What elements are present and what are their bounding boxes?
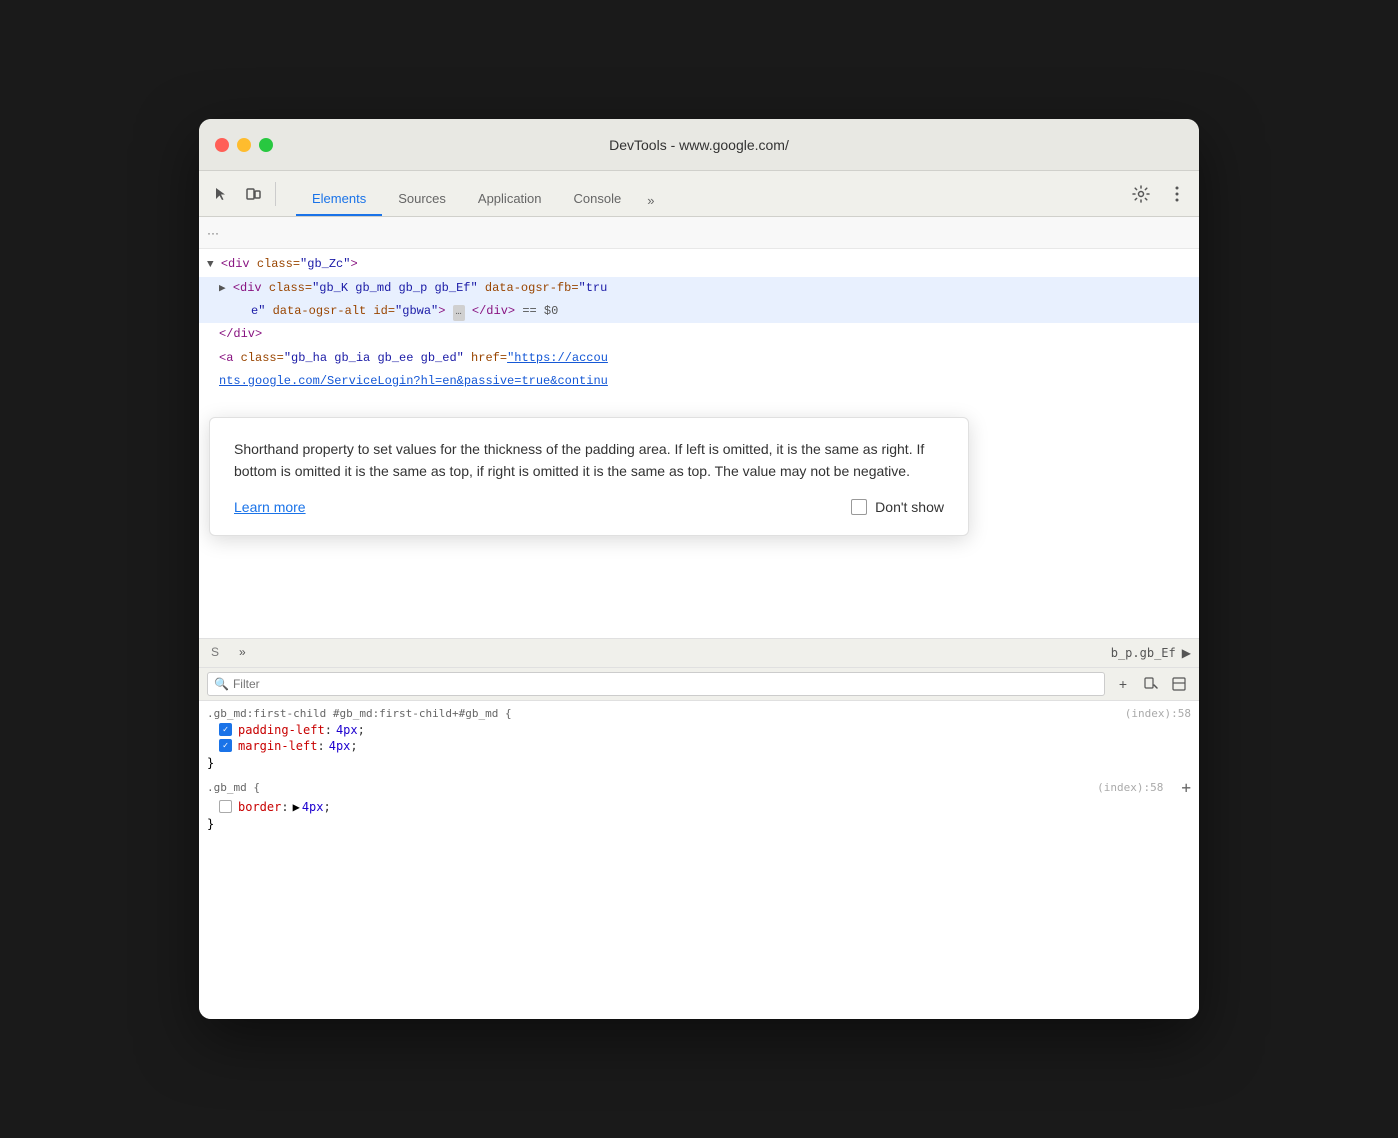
main-content: ··· ▼ <div class="gb_Zc"> ▶ <div class="… (199, 217, 1199, 1019)
html-line-6: nts.google.com/ServiceLogin?hl=en&passiv… (199, 370, 1199, 393)
window-title: DevTools - www.google.com/ (609, 137, 789, 153)
tab-console[interactable]: Console (558, 183, 638, 216)
tab-divider (275, 182, 276, 206)
ellipsis-content[interactable]: … (453, 305, 465, 321)
tab-bar: Elements Sources Application Console » (199, 171, 1199, 217)
styles-tab-more[interactable]: » (231, 639, 254, 667)
learn-more-link[interactable]: Learn more (234, 499, 306, 515)
css-line-num-2: (index):58 (1097, 781, 1165, 794)
html-line-2[interactable]: ▶ <div class="gb_K gb_md gb_p gb_Ef" dat… (199, 277, 1199, 301)
settings-icon[interactable] (1127, 180, 1155, 208)
new-style-rule-button[interactable]: + (1111, 672, 1135, 696)
dont-show-checkbox[interactable] (851, 499, 867, 515)
tooltip-description: Shorthand property to set values for the… (234, 438, 944, 483)
styles-breadcrumb-area: b_p.gb_Ef ▶ (1111, 646, 1199, 660)
tab-more-button[interactable]: » (637, 185, 664, 216)
tab-application[interactable]: Application (462, 183, 558, 216)
tab-elements[interactable]: Elements (296, 183, 382, 216)
filter-input-container: 🔍 (207, 672, 1105, 696)
css-property-padding-left: padding-left : 4px ; (199, 722, 1199, 738)
styles-filter-row: 🔍 + (199, 668, 1199, 701)
css-selector-2: .gb_md { (199, 779, 268, 796)
css-property-border: border : ▶ 4px ; (199, 799, 1199, 815)
styles-tool-buttons: + (1111, 672, 1191, 696)
traffic-lights (215, 138, 273, 152)
dont-show-container: Don't show (851, 499, 944, 515)
css-property-margin-left: margin-left : 4px ; (199, 738, 1199, 754)
styles-tabs: S » (199, 639, 254, 667)
styles-breadcrumb-arrow[interactable]: ▶ (1182, 646, 1191, 660)
margin-left-checkbox[interactable] (219, 739, 232, 752)
css-selector-1: .gb_md:first-child #gb_md:first-child+#g… (199, 705, 520, 722)
elements-panel: ··· ▼ <div class="gb_Zc"> ▶ <div class="… (199, 217, 1199, 1019)
maximize-button[interactable] (259, 138, 273, 152)
title-bar: DevTools - www.google.com/ (199, 119, 1199, 171)
styles-tab-styles[interactable]: S (199, 639, 231, 667)
close-button[interactable] (215, 138, 229, 152)
breadcrumb-bar: ··· (199, 217, 1199, 249)
collapse-arrow-2[interactable]: ▶ (219, 283, 226, 295)
padding-left-checkbox[interactable] (219, 723, 232, 736)
inspect-icon[interactable] (1139, 672, 1163, 696)
css-close-brace-1: } (199, 754, 1199, 772)
cursor-icon[interactable] (207, 180, 235, 208)
minimize-button[interactable] (237, 138, 251, 152)
css-rule-1: .gb_md:first-child #gb_md:first-child+#g… (199, 705, 1199, 722)
tabs-container: Elements Sources Application Console » (296, 183, 1127, 216)
styles-breadcrumb[interactable]: b_p.gb_Ef (1111, 646, 1176, 660)
devtools-window: DevTools - www.google.com/ Elements (199, 119, 1199, 1019)
css-rule-2-right: (index):58 + (1097, 776, 1199, 799)
dont-show-label: Don't show (875, 499, 944, 515)
styles-tabs-row: S » b_p.gb_Ef ▶ (199, 639, 1199, 668)
border-arrow-icon[interactable]: ▶ (293, 800, 300, 814)
styles-filter-input[interactable] (233, 677, 1098, 691)
css-rules-content: .gb_md:first-child #gb_md:first-child+#g… (199, 701, 1199, 1020)
html-line-5: <a class="gb_ha gb_ia gb_ee gb_ed" href=… (199, 347, 1199, 370)
styles-section: S » b_p.gb_Ef ▶ 🔍 + (199, 638, 1199, 1020)
tooltip-footer: Learn more Don't show (234, 499, 944, 515)
more-options-icon[interactable] (1163, 180, 1191, 208)
breadcrumb-ellipsis: ··· (207, 226, 219, 240)
filter-icon: 🔍 (214, 677, 229, 691)
css-line-num-1: (index):58 (1125, 707, 1199, 720)
html-line-1: ▼ <div class="gb_Zc"> (199, 253, 1199, 277)
css-rule-2: .gb_md { (index):58 + (199, 776, 1199, 799)
device-icon[interactable] (239, 180, 267, 208)
css-close-brace-2: } (199, 815, 1199, 833)
border-checkbox[interactable] (219, 800, 232, 813)
html-line-4: </div> (199, 323, 1199, 346)
tab-bar-tools (207, 180, 296, 216)
add-style-button[interactable]: + (1173, 776, 1199, 799)
collapse-arrow-1[interactable]: ▼ (207, 259, 214, 271)
toggle-panel-icon[interactable] (1167, 672, 1191, 696)
html-line-3[interactable]: e" data-ogsr-alt id="gbwa"> … </div> == … (199, 300, 1199, 323)
tooltip-popup: Shorthand property to set values for the… (209, 417, 969, 536)
tab-bar-right (1127, 180, 1191, 216)
tab-sources[interactable]: Sources (382, 183, 462, 216)
